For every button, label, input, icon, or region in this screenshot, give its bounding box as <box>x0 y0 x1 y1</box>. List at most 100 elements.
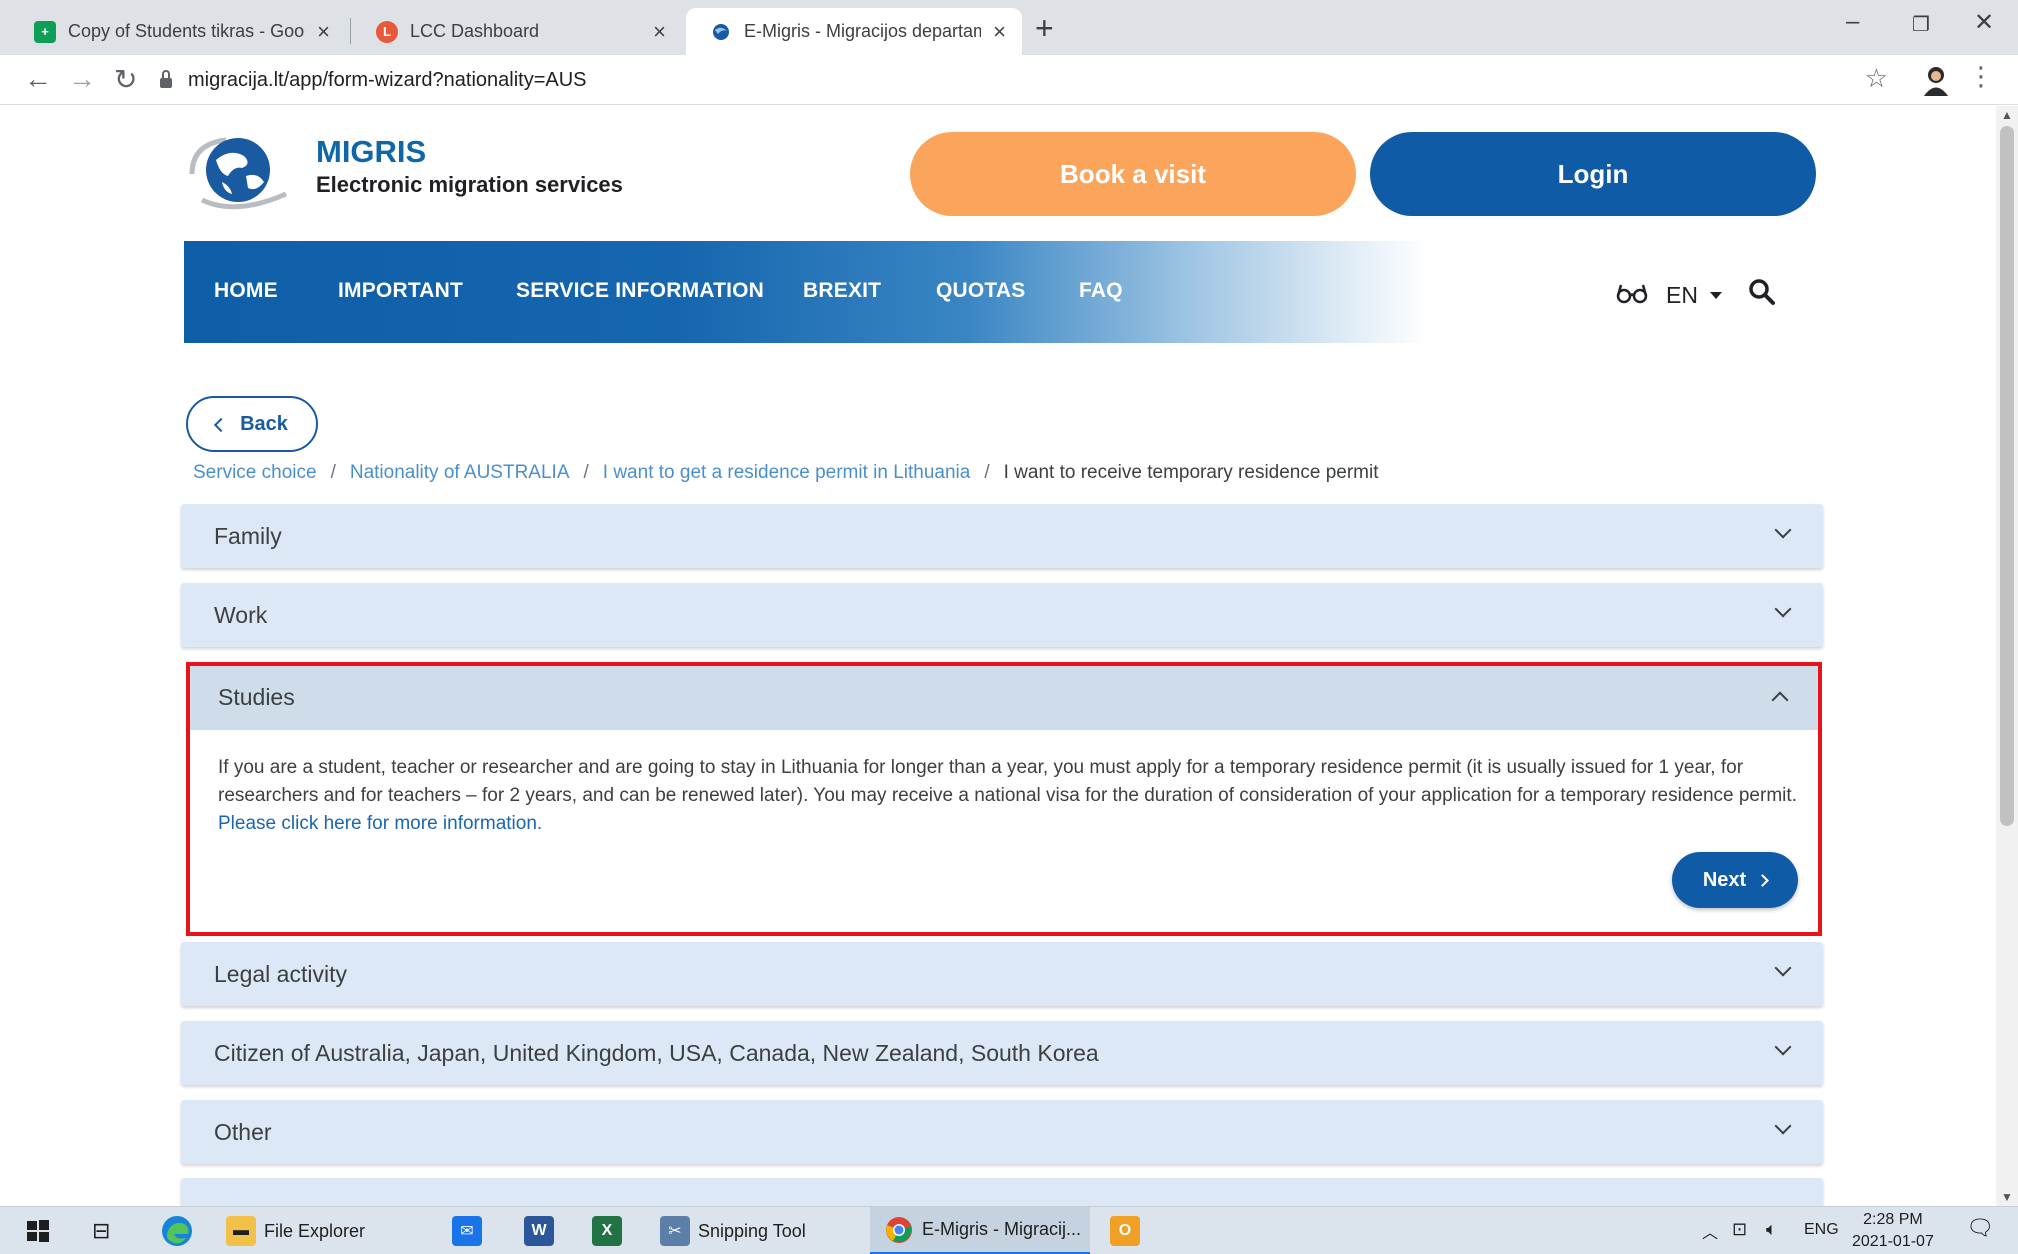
forward-arrow-icon[interactable]: → <box>68 63 96 95</box>
back-button[interactable]: Back <box>186 396 318 452</box>
taskbar-label: E-Migris - Migracij... <box>922 1219 1082 1239</box>
taskbar-snipping-tool[interactable]: ✂ Snipping Tool <box>660 1207 806 1254</box>
next-button[interactable]: Next <box>1672 852 1798 908</box>
studies-description: If you are a student, teacher or researc… <box>218 754 1798 838</box>
word-w-icon: W <box>524 1216 554 1246</box>
tab-title: LCC Dashboard <box>410 21 540 41</box>
taskbar-file-explorer[interactable]: ▬ File Explorer <box>226 1207 365 1254</box>
browser-tab-sheets[interactable]: + Copy of Students tikras - Google × <box>10 8 346 55</box>
tab-title: Copy of Students tikras - Google <box>68 21 306 41</box>
accordion-legal-activity[interactable]: Legal activity <box>181 942 1823 1006</box>
scrollbar-thumb[interactable] <box>2000 126 2014 826</box>
clock-date: 2021-01-07 <box>1852 1233 1934 1250</box>
brand-title: MIGRIS <box>316 134 427 169</box>
chevron-down-icon <box>1774 1117 1792 1135</box>
restore-icon[interactable]: ❐ <box>1912 12 1930 37</box>
folder-icon: ▬ <box>226 1216 256 1246</box>
accordion-label: Studies <box>218 684 295 710</box>
next-label: Next <box>1702 868 1747 891</box>
menu-kebab-icon[interactable]: ⋮ <box>1968 61 1994 92</box>
tab-title: E-Migris - Migracijos departame <box>744 21 982 41</box>
back-arrow-icon[interactable]: ← <box>24 63 52 95</box>
scroll-up-icon[interactable]: ▲ <box>2001 108 2013 122</box>
excel-icon[interactable]: X <box>592 1207 622 1254</box>
new-tab-icon[interactable]: + <box>1035 10 1054 47</box>
login-button[interactable]: Login <box>1370 132 1816 216</box>
browser-tabstrip: + Copy of Students tikras - Google × L L… <box>0 0 2018 55</box>
close-icon[interactable]: × <box>993 19 1006 45</box>
book-visit-button[interactable]: Book a visit <box>910 132 1356 216</box>
outlook-icon[interactable]: O <box>1110 1207 1140 1254</box>
taskbar-chrome[interactable]: E-Migris - Migracij... <box>870 1207 1090 1254</box>
caret-down-icon[interactable] <box>1710 292 1722 299</box>
breadcrumb-separator: / <box>984 462 990 483</box>
url-text[interactable]: migracija.lt/app/form-wizard?nationality… <box>188 69 587 92</box>
reload-icon[interactable]: ↻ <box>114 63 137 96</box>
volume-icon[interactable]: 🔈︎ <box>1766 1219 1777 1240</box>
nav-item-brexit[interactable]: BREXIT <box>803 279 881 303</box>
browser-toolbar: ← → ↻ migracija.lt/app/form-wizard?natio… <box>0 55 2018 105</box>
language-selector[interactable]: EN <box>1666 282 1698 309</box>
close-window-icon[interactable]: ✕ <box>1974 8 1994 37</box>
accordion-partial[interactable] <box>181 1178 1823 1206</box>
migris-logo[interactable] <box>182 130 298 214</box>
nav-item-faq[interactable]: FAQ <box>1079 279 1123 303</box>
breadcrumb-separator: / <box>583 462 589 483</box>
network-icon[interactable]: ⊡ <box>1732 1219 1747 1240</box>
back-label: Back <box>240 412 288 435</box>
nav-item-quotas[interactable]: QUOTAS <box>936 279 1025 303</box>
accordion-citizen-countries[interactable]: Citizen of Australia, Japan, United King… <box>181 1021 1823 1085</box>
breadcrumb-link[interactable]: Nationality of AUSTRALIA <box>350 462 570 484</box>
close-icon[interactable]: × <box>653 19 666 45</box>
brand-subtitle: Electronic migration services <box>316 172 623 197</box>
bookmark-star-icon[interactable]: ☆ <box>1865 63 1888 94</box>
nav-item-important[interactable]: IMPORTANT <box>338 279 463 303</box>
close-icon[interactable]: × <box>317 19 330 45</box>
mail-icon[interactable]: ✉ <box>452 1207 482 1254</box>
nav-item-service-information[interactable]: SERVICE INFORMATION <box>516 279 764 303</box>
profile-avatar-icon[interactable] <box>1920 63 1952 97</box>
notifications-icon[interactable]: 🗨︎ <box>1966 1215 1994 1241</box>
search-icon[interactable] <box>1748 278 1776 306</box>
main-navigation: HOME IMPORTANT SERVICE INFORMATION BREXI… <box>184 241 1820 343</box>
accordion-studies-header[interactable]: Studies <box>190 666 1818 730</box>
outlook-o-icon: O <box>1110 1216 1140 1246</box>
lock-icon <box>160 70 172 88</box>
taskbar-label: Snipping Tool <box>698 1220 806 1241</box>
page-content: MIGRIS Electronic migration services Boo… <box>0 106 2018 1206</box>
accordion-label: Citizen of Australia, Japan, United King… <box>214 1040 1099 1066</box>
accordion-work[interactable]: Work <box>181 583 1823 647</box>
chrome-icon <box>884 1215 914 1245</box>
chevron-up-tray-icon[interactable]: ︿ <box>1702 1219 1718 1243</box>
page-scrollbar[interactable]: ▲ ▼ <box>1996 106 2018 1206</box>
browser-tab-emigris[interactable]: E-Migris - Migracijos departame × <box>686 8 1022 55</box>
chevron-right-icon <box>1756 873 1770 887</box>
accordion-family[interactable]: Family <box>181 504 1823 568</box>
envelope-icon: ✉ <box>452 1216 482 1246</box>
word-icon[interactable]: W <box>524 1207 554 1254</box>
task-view-icon[interactable]: ⊟ <box>92 1207 110 1254</box>
input-language[interactable]: ENG <box>1804 1221 1839 1239</box>
accordion-studies: Studies If you are a student, teacher or… <box>186 662 1822 936</box>
edge-icon[interactable] <box>160 1207 194 1254</box>
breadcrumb-link[interactable]: Service choice <box>193 462 317 484</box>
scroll-down-icon[interactable]: ▼ <box>2001 1190 2013 1204</box>
breadcrumb: Service choice / Nationality of AUSTRALI… <box>193 462 1379 484</box>
minimize-icon[interactable]: – <box>1846 8 1859 36</box>
browser-tab-lcc[interactable]: L LCC Dashboard × <box>352 8 682 55</box>
windows-start-icon[interactable] <box>26 1207 50 1254</box>
more-info-link[interactable]: Please click here for more information. <box>218 813 542 834</box>
windows-taskbar: ⊟ ▬ File Explorer ✉ W X ✂ Snipping Tool … <box>0 1206 2018 1254</box>
studies-text: If you are a student, teacher or researc… <box>218 757 1797 806</box>
accordion-label: Legal activity <box>214 961 347 987</box>
address-bar[interactable]: migracija.lt/app/form-wizard?nationality… <box>160 60 1960 100</box>
breadcrumb-current: I want to receive temporary residence pe… <box>1003 462 1379 483</box>
accordion-label: Other <box>214 1119 272 1145</box>
accessibility-glasses-icon[interactable] <box>1616 282 1648 304</box>
nav-item-home[interactable]: HOME <box>214 279 278 303</box>
taskbar-clock[interactable]: 2:28 PM 2021-01-07 <box>1852 1209 1934 1253</box>
breadcrumb-link[interactable]: I want to get a residence permit in Lith… <box>603 462 971 484</box>
clock-time: 2:28 PM <box>1863 1211 1923 1228</box>
accordion-label: Work <box>214 602 268 628</box>
accordion-other[interactable]: Other <box>181 1100 1823 1164</box>
